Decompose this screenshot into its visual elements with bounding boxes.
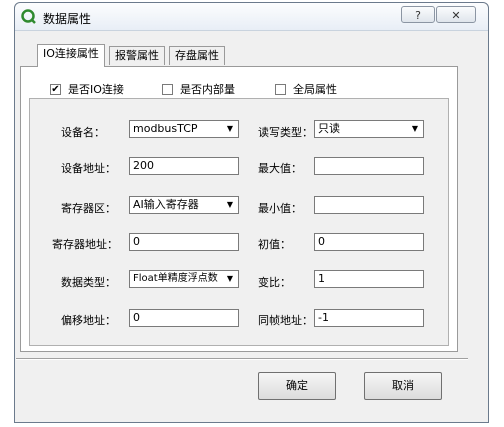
dropdown-arrow-icon[interactable]: ▼ (223, 122, 237, 136)
register-area-label: 寄存器区： (61, 202, 116, 215)
window-title: 数据属性 (43, 12, 92, 26)
offset-address-input[interactable]: 0 (129, 309, 239, 327)
cancel-button[interactable]: 取消 (364, 372, 442, 400)
ratio-label: 变比： (258, 276, 291, 289)
checkbox-io-connection[interactable]: ✔ 是否IO连接 (50, 81, 124, 97)
device-address-input[interactable]: 200 (129, 157, 239, 175)
min-value-label: 最小值： (258, 202, 302, 215)
checkbox-label: 全局属性 (293, 83, 337, 96)
rw-type-label: 读写类型： (258, 126, 313, 139)
rw-type-select[interactable]: 只读 ▼ (314, 120, 424, 138)
register-area-select[interactable]: AI输入寄存器 ▼ (129, 196, 239, 214)
dropdown-arrow-icon[interactable]: ▼ (223, 198, 237, 212)
register-area-value: AI输入寄存器 (133, 198, 199, 211)
initial-value-input[interactable]: 0 (314, 233, 424, 251)
ok-button[interactable]: 确定 (258, 372, 336, 400)
sync-frame-address-label: 同帧地址： (258, 314, 313, 327)
data-type-label: 数据类型： (61, 276, 116, 289)
initial-value-label: 初值： (258, 238, 291, 251)
checkbox-checked-icon[interactable]: ✔ (50, 83, 61, 95)
ratio-input[interactable]: 1 (314, 270, 424, 288)
device-name-value: modbusTCP (133, 122, 198, 135)
dropdown-arrow-icon[interactable]: ▼ (223, 272, 237, 286)
device-address-label: 设备地址： (61, 162, 116, 175)
register-address-input[interactable]: 0 (129, 233, 239, 251)
tab-storage[interactable]: 存盘属性 (169, 46, 225, 65)
data-type-value: Float单精度浮点数 (133, 273, 218, 284)
checkbox-unchecked-icon[interactable] (275, 83, 286, 95)
sync-frame-address-input[interactable]: -1 (314, 309, 424, 327)
max-value-input[interactable] (314, 157, 424, 175)
device-name-select[interactable]: modbusTCP ▼ (129, 120, 239, 138)
data-type-select[interactable]: Float单精度浮点数 ▼ (129, 270, 239, 288)
checkbox-label: 是否内部量 (180, 83, 235, 96)
tab-alarm[interactable]: 报警属性 (109, 46, 165, 65)
offset-address-label: 偏移地址： (61, 314, 116, 327)
close-button[interactable]: ✕ (436, 6, 476, 23)
register-address-label: 寄存器地址： (52, 238, 118, 251)
device-name-label: 设备名： (61, 126, 105, 139)
max-value-label: 最大值： (258, 162, 302, 175)
rw-type-value: 只读 (318, 122, 340, 135)
min-value-input[interactable] (314, 196, 424, 214)
tab-io-connection[interactable]: IO连接属性 (37, 44, 105, 67)
divider (16, 358, 468, 360)
title-bar: 数据属性 ? ✕ (15, 3, 488, 31)
checkbox-internal[interactable]: 是否内部量 (162, 81, 235, 97)
checkbox-unchecked-icon[interactable] (162, 83, 173, 95)
help-button[interactable]: ? (401, 6, 435, 23)
app-icon (21, 9, 36, 24)
checkbox-global[interactable]: 全局属性 (275, 81, 337, 97)
dropdown-arrow-icon[interactable]: ▼ (408, 122, 422, 136)
checkbox-label: 是否IO连接 (68, 83, 124, 96)
